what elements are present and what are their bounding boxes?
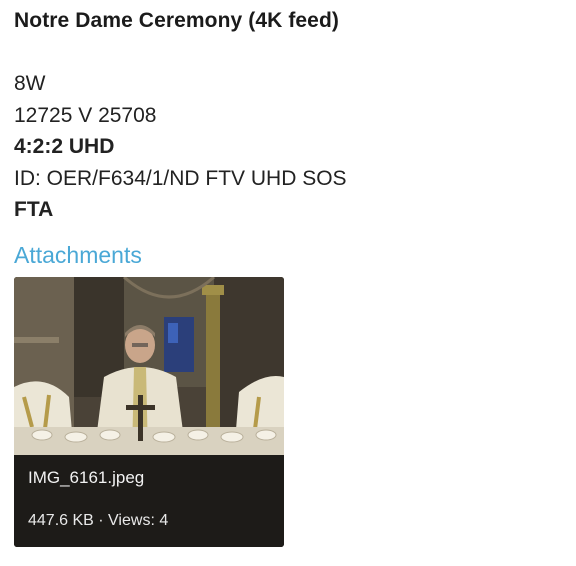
attachment-file-name[interactable]: IMG_6161.jpeg: [28, 468, 144, 488]
attachments-heading: Attachments: [14, 242, 142, 268]
info-line-frequency: 12725 V 25708: [14, 104, 157, 127]
info-line-satellite: 8W: [14, 72, 46, 95]
post-title: Notre Dame Ceremony (4K feed): [14, 9, 339, 32]
info-line-encryption: FTA: [14, 198, 54, 221]
attachment-card[interactable]: IMG_6161.jpeg 447.6 KB · Views: 4: [14, 277, 284, 547]
info-line-id: ID: OER/F634/1/ND FTV UHD SOS: [14, 167, 347, 190]
attachment-file-meta: 447.6 KB · Views: 4: [28, 512, 169, 529]
attachment-thumbnail-image[interactable]: [14, 277, 284, 455]
info-line-format: 4:2:2 UHD: [14, 135, 115, 158]
